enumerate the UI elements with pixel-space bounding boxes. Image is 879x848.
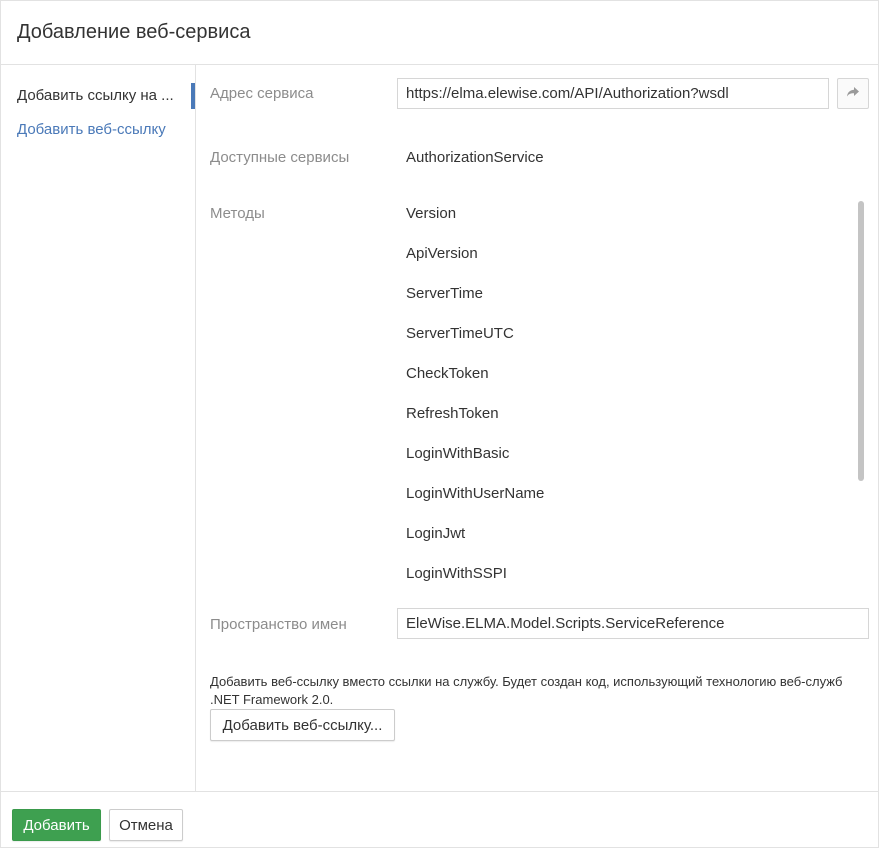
available-services-label: Доступные сервисы [210, 149, 350, 166]
namespace-label: Пространство имен [210, 616, 347, 633]
service-address-label: Адрес сервиса [210, 85, 314, 102]
list-item: LoginWithUserName [406, 485, 545, 502]
sidebar-item-add-web-reference[interactable]: Добавить веб-ссылку [17, 121, 166, 138]
list-item: RefreshToken [406, 405, 499, 422]
list-item: CheckToken [406, 365, 489, 382]
active-item-marker [191, 83, 195, 109]
list-item: ApiVersion [406, 245, 478, 262]
list-item: ServerTimeUTC [406, 325, 514, 342]
namespace-input[interactable] [397, 608, 869, 639]
add-web-reference-button[interactable]: Добавить веб-ссылку... [210, 709, 395, 741]
list-item: LoginWithSSPI [406, 565, 507, 582]
methods-label: Методы [210, 205, 265, 222]
web-reference-note: Добавить веб-ссылку вместо ссылки на слу… [210, 674, 843, 707]
available-services-value: AuthorizationService [406, 149, 544, 166]
add-web-service-dialog: Добавление веб-сервиса Добавить ссылку н… [0, 0, 879, 848]
add-button[interactable]: Добавить [12, 809, 101, 841]
share-arrow-icon [846, 85, 860, 103]
go-button[interactable] [837, 78, 869, 109]
list-item: LoginJwt [406, 525, 466, 542]
footer-divider [1, 791, 878, 792]
dialog-header: Добавление веб-сервиса [1, 1, 878, 65]
methods-scrollbar-thumb[interactable] [858, 201, 864, 481]
methods-list: Version ApiVersion ServerTime ServerTime… [406, 205, 846, 605]
cancel-button[interactable]: Отмена [109, 809, 183, 841]
sidebar-item-add-service-reference[interactable]: Добавить ссылку на ... [17, 87, 174, 104]
service-address-input[interactable] [397, 78, 829, 109]
sidebar: Добавить ссылку на ... Добавить веб-ссыл… [1, 65, 196, 791]
list-item: ServerTime [406, 285, 483, 302]
list-item: LoginWithBasic [406, 445, 510, 462]
dialog-title: Добавление веб-сервиса [17, 21, 251, 43]
list-item: Version [406, 205, 457, 222]
